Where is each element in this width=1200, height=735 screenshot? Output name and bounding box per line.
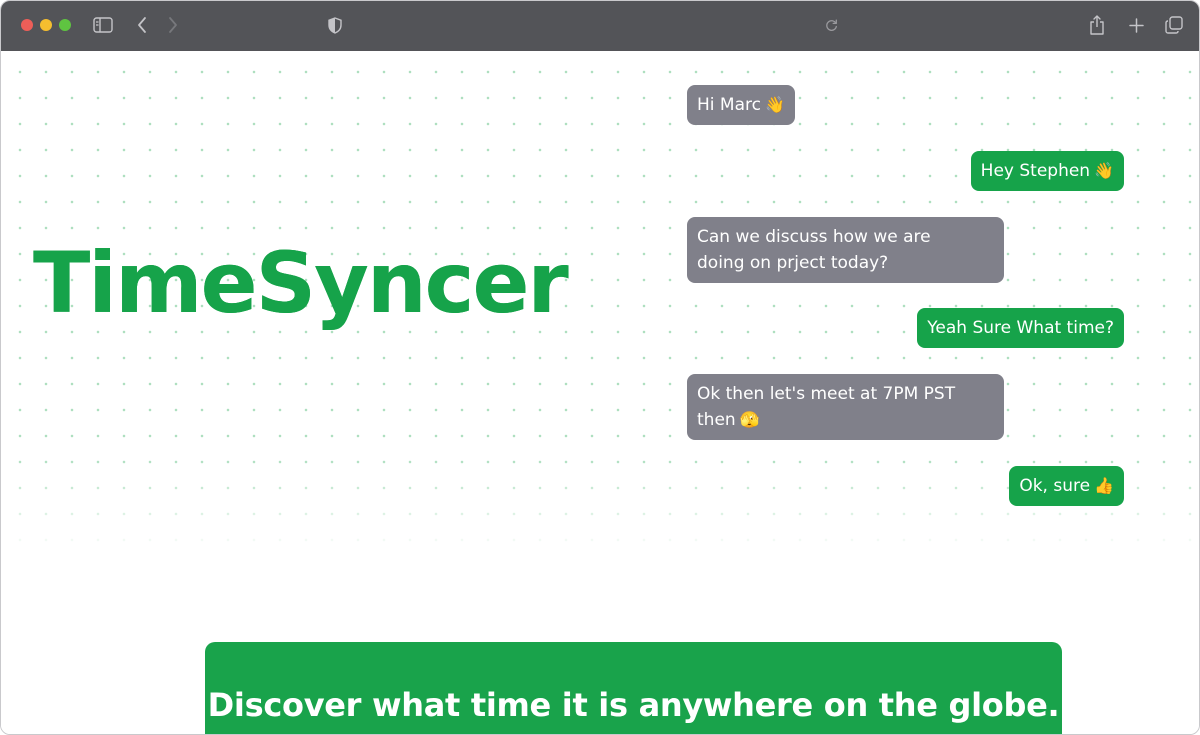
message-text-line: Ok then let's meet at 7PM PST xyxy=(697,384,956,404)
share-icon[interactable] xyxy=(1088,14,1106,36)
tabs-overview-icon[interactable] xyxy=(1164,14,1184,36)
close-window-button[interactable] xyxy=(21,19,33,31)
back-icon[interactable] xyxy=(134,14,150,36)
new-tab-icon[interactable] xyxy=(1127,14,1145,36)
maximize-window-button[interactable] xyxy=(59,19,71,31)
sidebar-icon[interactable] xyxy=(92,14,114,36)
message-text: Yeah Sure What time? xyxy=(927,318,1114,338)
minimize-window-button[interactable] xyxy=(40,19,52,31)
thumbs-up-emoji: 👍 xyxy=(1094,476,1114,495)
webpage: TimeSyncer Hi Marc 👋 Hey Stephen 👋 Can we … xyxy=(1,51,1199,734)
message-text: Hi Marc xyxy=(697,95,761,115)
message-text-line: doing on prject today? xyxy=(697,253,889,273)
chat-bubble-outgoing: Yeah Sure What time? xyxy=(917,308,1124,348)
cta-banner: Discover what time it is anywhere on the… xyxy=(205,642,1062,734)
browser-window: TimeSyncer Hi Marc 👋 Hey Stephen 👋 Can we … xyxy=(0,0,1200,735)
message-text: Hey Stephen xyxy=(980,161,1091,181)
chat-bubble-incoming: Ok then let's meet at 7PM PST then 🫣 xyxy=(687,374,1004,440)
browser-toolbar xyxy=(1,1,1199,51)
banner-headline: Discover what time it is anywhere on the… xyxy=(207,686,1060,724)
message-text-line: Can we discuss how we are xyxy=(697,227,931,247)
chat-bubble-outgoing: Hey Stephen 👋 xyxy=(970,151,1124,191)
chat-bubble-incoming: Can we discuss how we are doing on prjec… xyxy=(687,217,1004,283)
message-text-line: then xyxy=(697,410,736,430)
peeking-face-emoji: 🫣 xyxy=(739,410,760,429)
waving-hand-emoji: 👋 xyxy=(764,95,785,114)
chat-bubble-outgoing: Ok, sure 👍 xyxy=(1009,466,1124,506)
message-text: Ok, sure xyxy=(1019,476,1091,496)
forward-icon[interactable] xyxy=(165,14,181,36)
chat-bubble-incoming: Hi Marc 👋 xyxy=(687,85,795,125)
waving-hand-emoji: 👋 xyxy=(1094,161,1114,180)
reload-icon[interactable] xyxy=(823,14,839,36)
privacy-shield-icon[interactable] xyxy=(326,14,344,36)
hero-title: TimeSyncer xyxy=(33,234,569,332)
